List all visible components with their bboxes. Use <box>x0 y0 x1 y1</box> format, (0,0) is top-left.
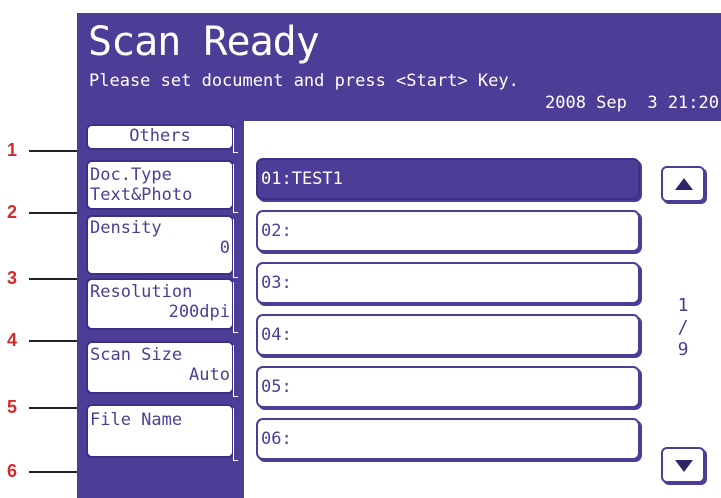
list-item-label: 02: <box>261 221 292 241</box>
list-item[interactable]: 05: <box>256 366 640 408</box>
density-label: Density <box>90 218 162 238</box>
list-item-label: 03: <box>261 273 292 293</box>
density-value: 0 <box>219 238 230 258</box>
page-title: Scan Ready <box>88 19 320 65</box>
callout-number: 6 <box>7 461 18 481</box>
page-total: 9 <box>677 339 689 360</box>
list-item[interactable]: 01:TEST1 <box>256 158 640 200</box>
list-item-label: 06: <box>261 429 292 449</box>
list-item-label: 01:TEST1 <box>261 169 343 189</box>
resolution-label: Resolution <box>90 282 193 302</box>
file-name-button[interactable]: File Name <box>86 404 238 461</box>
date-time: 2008 Sep 3 21:20 <box>545 93 719 113</box>
page-indicator: 1 / 9 <box>661 295 705 361</box>
list-item[interactable]: 04: <box>256 314 640 356</box>
others-button[interactable]: Others <box>86 124 238 153</box>
callout-number: 3 <box>7 268 18 288</box>
scroll-down-button[interactable] <box>661 447 705 483</box>
scroll-up-button[interactable] <box>661 166 705 202</box>
scan-size-button[interactable]: Scan Size Auto <box>86 341 238 397</box>
others-label: Others <box>129 126 191 146</box>
status-header: Scan Ready Please set document and press… <box>77 13 721 121</box>
doc-type-button[interactable]: Doc.Type Text&Photo <box>86 160 238 213</box>
list-item[interactable]: 03: <box>256 262 640 304</box>
triangle-down-icon <box>675 460 693 472</box>
page-current: 1 <box>677 295 689 316</box>
resolution-button[interactable]: Resolution 200dpi <box>86 278 238 333</box>
scan-size-value: Auto <box>189 365 230 385</box>
destination-list: 01:TEST1 02: 03: 04: 05: 06: 1 / 9 <box>244 121 721 498</box>
list-item-label: 05: <box>261 377 292 397</box>
instruction-text: Please set document and press <Start> Ke… <box>89 71 519 91</box>
file-name-label: File Name <box>90 410 183 430</box>
callout-number: 1 <box>7 140 18 160</box>
function-menu: Others Doc.Type Text&Photo Density 0 Res… <box>77 121 244 498</box>
doc-type-value: Text&Photo <box>90 185 193 205</box>
callout-number: 5 <box>7 397 18 417</box>
list-item[interactable]: 02: <box>256 210 640 252</box>
list-item-label: 04: <box>261 325 292 345</box>
list-item[interactable]: 06: <box>256 418 640 460</box>
callout-number: 2 <box>7 202 18 222</box>
density-button[interactable]: Density 0 <box>86 215 238 278</box>
page-separator: / <box>677 317 689 338</box>
resolution-value: 200dpi <box>168 302 230 322</box>
triangle-up-icon <box>675 178 693 190</box>
scan-screen: Scan Ready Please set document and press… <box>77 13 721 498</box>
callout-number: 4 <box>7 330 18 350</box>
doc-type-label: Doc.Type <box>90 165 172 185</box>
scan-size-label: Scan Size <box>90 345 183 365</box>
